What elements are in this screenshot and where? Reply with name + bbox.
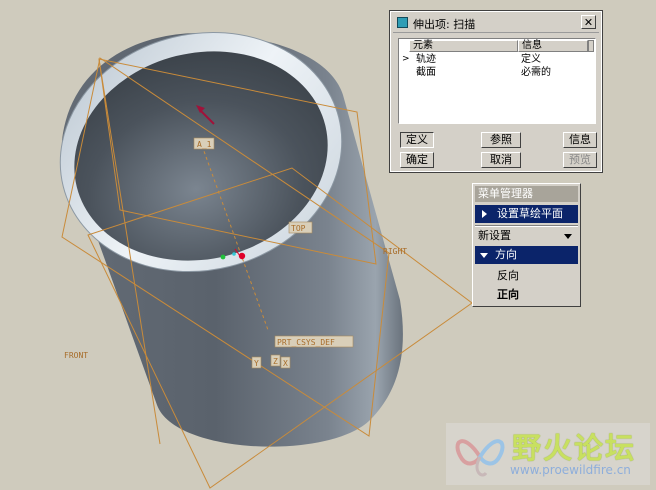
svg-text:X: X	[283, 359, 288, 368]
csys-z-label: Z	[270, 354, 281, 367]
menu-item-label: 反向	[497, 269, 519, 282]
tag-front[interactable]: FRONT	[64, 351, 88, 360]
forum-watermark: 野火论坛 www.proewildfire.cn	[446, 423, 650, 485]
watermark-url: www.proewildfire.cn	[510, 463, 631, 477]
row-element: 截面	[416, 67, 436, 78]
dialog-app-icon	[397, 17, 408, 28]
menu-manager: 菜单管理器 设置草绘平面 新设置 方向 反向 正向	[472, 183, 581, 307]
column-header-info[interactable]: 信息	[518, 40, 588, 52]
info-button[interactable]: 信息	[563, 132, 597, 148]
tag-csys[interactable]: PRT_CSYS_DEF	[274, 335, 354, 348]
menu-item-label: 设置草绘平面	[497, 207, 563, 220]
svg-text:Y: Y	[254, 359, 259, 368]
row-pointer-icon: >	[402, 54, 410, 64]
butterfly-logo-icon	[455, 439, 505, 477]
define-button[interactable]: 定义	[400, 132, 434, 148]
svg-text:FRONT: FRONT	[64, 351, 88, 360]
menu-item-label: 正向	[497, 288, 519, 301]
reference-button[interactable]: 参照	[481, 132, 521, 148]
ok-button[interactable]: 确定	[400, 152, 434, 168]
sweep-feature-dialog: 伸出项: 扫描 ✕ 元素 信息 > 轨迹 定义 截面 必需的 定义 参照 信息 …	[389, 10, 603, 173]
csys-y-label: Y	[251, 356, 262, 369]
table-scrollbar[interactable]	[588, 40, 594, 52]
menu-item-setup-sketch-plane[interactable]: 设置草绘平面	[475, 205, 578, 223]
start-point-green-icon	[220, 254, 226, 260]
row-info: 必需的	[521, 67, 551, 78]
chevron-down-icon	[564, 234, 572, 239]
chevron-down-icon	[480, 253, 488, 258]
table-row-trajectory[interactable]: > 轨迹 定义	[399, 53, 595, 66]
start-point-cyan-icon	[232, 252, 236, 256]
menu-item-new-setup[interactable]: 新设置	[475, 227, 578, 245]
svg-text:PRT_CSYS_DEF: PRT_CSYS_DEF	[277, 338, 335, 347]
tag-right[interactable]: RIGHT	[383, 247, 407, 256]
chevron-right-icon	[482, 210, 487, 218]
menu-item-direction[interactable]: 方向	[475, 246, 578, 264]
menu-item-flip[interactable]: 反向	[475, 267, 578, 285]
element-table[interactable]: 元素 信息 > 轨迹 定义 截面 必需的	[398, 38, 596, 124]
cancel-button[interactable]: 取消	[481, 152, 521, 168]
row-info: 定义	[521, 54, 541, 65]
svg-text:TOP: TOP	[291, 224, 306, 233]
tag-top[interactable]: TOP	[288, 221, 313, 234]
menu-manager-title: 菜单管理器	[475, 186, 578, 202]
menu-item-okay[interactable]: 正向	[475, 286, 578, 304]
row-element: 轨迹	[416, 54, 436, 65]
table-row-section[interactable]: 截面 必需的	[399, 66, 595, 79]
menu-item-label: 方向	[495, 248, 517, 261]
csys-x-label: X	[280, 356, 291, 369]
dialog-titlebar[interactable]: 伸出项: 扫描 ✕	[393, 14, 599, 33]
watermark-title: 野火论坛	[512, 431, 637, 465]
dialog-title: 伸出项: 扫描	[413, 18, 476, 31]
svg-text:RIGHT: RIGHT	[383, 247, 407, 256]
tag-a-axis[interactable]: A_1	[193, 137, 215, 150]
menu-item-label: 新设置	[478, 229, 511, 242]
dialog-close-button[interactable]: ✕	[581, 15, 596, 29]
svg-text:Z: Z	[273, 357, 278, 366]
preview-button[interactable]: 预览	[563, 152, 597, 168]
svg-text:A_1: A_1	[197, 140, 212, 149]
column-header-element[interactable]: 元素	[409, 40, 518, 52]
